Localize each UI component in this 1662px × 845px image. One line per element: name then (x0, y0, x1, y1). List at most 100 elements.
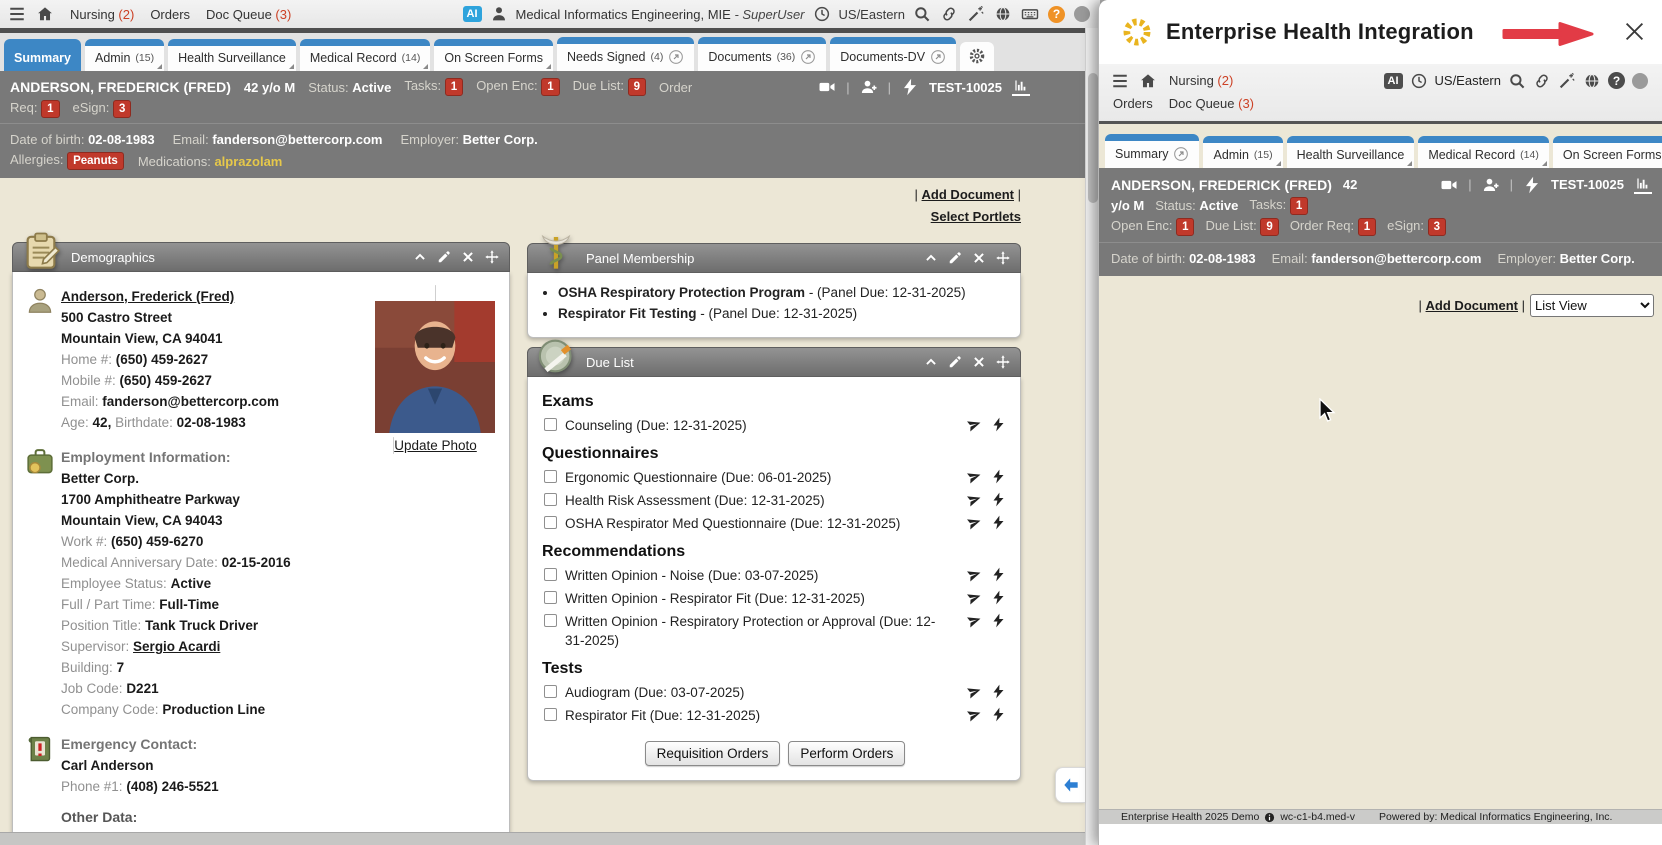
tab-documents[interactable]: Documents(36) (698, 37, 826, 71)
send-order-icon[interactable] (967, 613, 982, 628)
perform-order-icon[interactable] (991, 492, 1006, 507)
panel-membership-header[interactable]: Panel Membership (527, 243, 1021, 273)
menu-icon[interactable] (1111, 72, 1129, 90)
wand-icon[interactable] (967, 5, 985, 23)
order-req-count-badge[interactable]: 1 (41, 100, 59, 118)
due-list-count-badge[interactable]: 9 (628, 78, 646, 96)
menu-item-doc-queue[interactable]: Doc Queue (3) (1169, 96, 1254, 111)
tab-settings-gear-icon[interactable] (960, 42, 994, 71)
menu-item-doc-queue[interactable]: Doc Queue (3) (206, 7, 291, 22)
send-order-icon[interactable] (967, 469, 982, 484)
add-document-link[interactable]: | Add Document | (1419, 298, 1525, 313)
timezone-label[interactable]: US/Eastern (839, 7, 905, 22)
perform-order-icon[interactable] (991, 469, 1006, 484)
requisition-orders-button[interactable]: Requisition Orders (645, 741, 781, 766)
timezone-label[interactable]: US/Eastern (1435, 73, 1501, 88)
tab-admin[interactable]: Admin(15) (1203, 136, 1282, 168)
search-icon[interactable] (1508, 72, 1526, 90)
close-portlet-icon[interactable] (461, 250, 475, 264)
tab-on-screen-forms[interactable]: On Screen Forms (1553, 136, 1662, 168)
quick-action-icon[interactable] (1523, 176, 1541, 194)
due-item-checkbox[interactable] (544, 568, 557, 581)
send-order-icon[interactable] (967, 684, 982, 699)
send-order-icon[interactable] (967, 492, 982, 507)
tab-needs-signed[interactable]: Needs Signed(4) (557, 37, 694, 71)
menu-icon[interactable] (8, 5, 26, 23)
collapse-portlet-icon[interactable] (413, 250, 427, 264)
help-icon[interactable]: ? (1048, 6, 1065, 23)
link-icon[interactable] (940, 5, 958, 23)
open-enc-count-badge[interactable]: 1 (1176, 218, 1194, 236)
patient-name[interactable]: ANDERSON, FREDERICK (FRED) (1111, 177, 1332, 193)
open-external-icon[interactable] (930, 49, 946, 65)
edit-portlet-icon[interactable] (437, 250, 451, 264)
due-list-count-badge[interactable]: 9 (1260, 218, 1278, 236)
tab-admin[interactable]: Admin(15) (85, 39, 164, 71)
collapse-portlet-icon[interactable] (924, 355, 938, 369)
allergy-badge[interactable]: Peanuts (67, 152, 124, 170)
order-req-count-badge[interactable]: 1 (1358, 218, 1376, 236)
user-identity[interactable]: Medical Informatics Engineering, MIE - S… (516, 7, 805, 22)
send-order-icon[interactable] (967, 590, 982, 605)
send-order-icon[interactable] (967, 567, 982, 582)
view-mode-select[interactable]: List View (1530, 294, 1654, 317)
ai-badge[interactable]: AI (1384, 73, 1403, 89)
globe-icon[interactable] (1583, 72, 1601, 90)
add-person-icon[interactable] (1482, 176, 1500, 194)
medication-value[interactable]: alprazolam (214, 154, 282, 169)
select-portlets-link[interactable]: Select Portlets (915, 206, 1021, 228)
due-item-checkbox[interactable] (544, 591, 557, 604)
add-document-link[interactable]: | Add Document | (915, 184, 1021, 206)
close-icon[interactable] (1621, 18, 1648, 45)
close-portlet-icon[interactable] (972, 251, 986, 265)
due-item-checkbox[interactable] (544, 614, 557, 627)
esign-count-badge[interactable]: 3 (113, 100, 131, 118)
collapse-panel-button[interactable] (1055, 767, 1085, 803)
menu-item-orders[interactable]: Orders (1113, 96, 1153, 111)
open-external-icon[interactable] (668, 49, 684, 65)
esign-count-badge[interactable]: 3 (1428, 218, 1446, 236)
open-external-icon[interactable] (800, 49, 816, 65)
due-item-checkbox[interactable] (544, 493, 557, 506)
open-enc-count-badge[interactable]: 1 (541, 78, 559, 96)
tab-on-screen-forms[interactable]: On Screen Forms (434, 39, 553, 71)
move-portlet-icon[interactable] (996, 355, 1010, 369)
tab-health-surveillance[interactable]: Health Surveillance (168, 39, 296, 71)
perform-order-icon[interactable] (991, 417, 1006, 432)
tab-medical-record[interactable]: Medical Record(14) (300, 39, 431, 71)
tab-summary[interactable]: Summary (4, 39, 81, 71)
move-portlet-icon[interactable] (485, 250, 499, 264)
supervisor-link[interactable]: Sergio Acardi (133, 639, 220, 654)
info-icon[interactable] (1264, 812, 1275, 823)
add-person-icon[interactable] (860, 78, 878, 96)
tasks-count-badge[interactable]: 1 (1290, 197, 1308, 215)
perform-order-icon[interactable] (991, 590, 1006, 605)
home-icon[interactable] (36, 5, 54, 23)
perform-order-icon[interactable] (991, 567, 1006, 582)
send-order-icon[interactable] (967, 515, 982, 530)
edit-portlet-icon[interactable] (948, 251, 962, 265)
video-visit-icon[interactable] (1440, 176, 1458, 194)
tab-summary[interactable]: Summary (1105, 134, 1199, 168)
scrollbar-thumb[interactable] (1088, 73, 1098, 203)
tab-health-surveillance[interactable]: Health Surveillance (1287, 136, 1415, 168)
tasks-count-badge[interactable]: 1 (445, 78, 463, 96)
link-icon[interactable] (1533, 72, 1551, 90)
video-visit-icon[interactable] (818, 78, 836, 96)
perform-order-icon[interactable] (991, 515, 1006, 530)
tab-documents-dv[interactable]: Documents-DV (830, 37, 956, 71)
send-order-icon[interactable] (967, 417, 982, 432)
search-icon[interactable] (913, 5, 931, 23)
open-external-icon[interactable] (1173, 146, 1189, 162)
menu-item-nursing[interactable]: Nursing (2) (1169, 73, 1233, 88)
due-item-checkbox[interactable] (544, 516, 557, 529)
patient-name[interactable]: ANDERSON, FREDERICK (FRED) (10, 79, 231, 95)
due-item-checkbox[interactable] (544, 685, 557, 698)
ai-badge[interactable]: AI (463, 6, 482, 22)
due-list-header[interactable]: Due List (527, 347, 1021, 377)
keyboard-icon[interactable] (1021, 5, 1039, 23)
perform-order-icon[interactable] (991, 684, 1006, 699)
due-item-checkbox[interactable] (544, 708, 557, 721)
wand-icon[interactable] (1558, 72, 1576, 90)
move-portlet-icon[interactable] (996, 251, 1010, 265)
